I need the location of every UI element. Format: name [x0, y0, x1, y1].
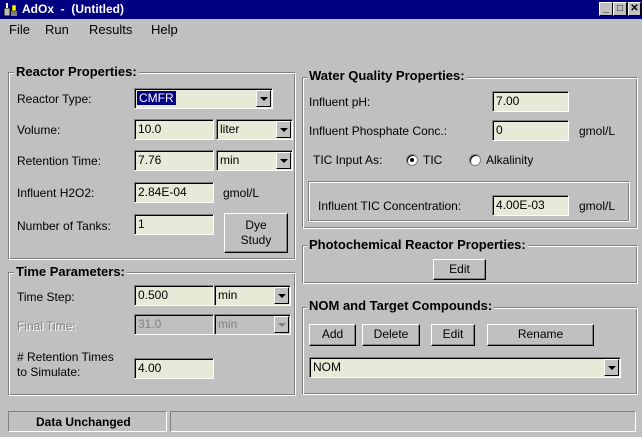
add-button-label: Add [321, 327, 344, 341]
time-parameters-title: Time Parameters: [14, 264, 127, 279]
menu-run[interactable]: Run [45, 22, 69, 37]
volume-label: Volume: [17, 123, 61, 137]
number-of-tanks-label: Number of Tanks: [17, 219, 111, 233]
app-icon [3, 3, 17, 17]
influent-ph-input[interactable]: 7.00 [492, 91, 569, 112]
influent-phosphate-input[interactable]: 0 [492, 120, 569, 141]
minimize-icon: _ [603, 3, 609, 14]
photochemical-edit-button[interactable]: Edit [433, 259, 486, 280]
number-of-tanks-input[interactable]: 1 [134, 214, 214, 235]
chevron-down-icon [274, 316, 289, 333]
reactor-type-label: Reactor Type: [17, 92, 92, 106]
retention-time-label: Retention Time: [17, 154, 102, 168]
rename-button-label: Rename [517, 327, 564, 341]
influent-ph-label: Influent pH: [309, 95, 371, 109]
status-message-panel: Data Unchanged [8, 411, 167, 432]
compound-select[interactable]: NOM [309, 357, 621, 378]
nom-edit-button[interactable]: Edit [431, 324, 475, 346]
maximize-button[interactable]: □ [613, 2, 627, 16]
close-button[interactable]: ✕ [628, 2, 641, 16]
tic-radio[interactable] [406, 154, 418, 166]
reactor-type-select[interactable]: CMFR [134, 88, 273, 109]
influent-h2o2-label: Influent H2O2: [17, 186, 95, 200]
photochemical-title: Photochemical Reactor Properties: [307, 237, 528, 252]
status-message: Data Unchanged [36, 415, 131, 429]
phosphate-unit-label: gmol/L [579, 124, 616, 138]
delete-button[interactable]: Delete [362, 324, 420, 346]
chevron-down-icon[interactable] [276, 152, 291, 169]
chevron-down-icon[interactable] [274, 287, 289, 304]
menu-file[interactable]: File [9, 22, 30, 37]
retention-times-input[interactable]: 4.00 [134, 358, 214, 379]
retention-time-input[interactable]: 7.76 [134, 150, 214, 171]
status-secondary-panel [170, 411, 636, 432]
final-time-unit-value: min [218, 317, 238, 331]
rename-button[interactable]: Rename [487, 324, 594, 346]
alkalinity-radio[interactable] [469, 154, 481, 166]
final-time-unit-select: min [214, 314, 291, 335]
final-time-input: 31.0 [134, 314, 214, 335]
retention-times-label-line1: # Retention Times [17, 350, 114, 364]
menu-results[interactable]: Results [89, 22, 132, 37]
chevron-down-icon[interactable] [604, 359, 619, 376]
dye-study-label: Dye Study [240, 218, 272, 247]
dye-study-button[interactable]: Dye Study [224, 213, 288, 253]
reactor-type-value: CMFR [137, 91, 176, 105]
alkalinity-radio-label[interactable]: Alkalinity [486, 153, 533, 167]
influent-h2o2-input[interactable]: 2.84E-04 [134, 182, 214, 203]
nom-target-title: NOM and Target Compounds: [307, 298, 495, 313]
maximize-icon: □ [616, 3, 624, 14]
final-time-label: Final Time: [17, 319, 76, 333]
window-title: AdOx - (Untitled) [22, 2, 124, 16]
reactor-properties-title: Reactor Properties: [14, 64, 139, 79]
tic-concentration-input[interactable]: 4.00E-03 [492, 195, 569, 216]
h2o2-unit-label: gmol/L [223, 186, 260, 200]
nom-target-group [302, 307, 638, 395]
minimize-button[interactable]: _ [599, 2, 613, 16]
close-icon: ✕ [630, 3, 639, 14]
time-step-unit-select[interactable]: min [214, 285, 291, 306]
menu-help[interactable]: Help [151, 22, 178, 37]
volume-input[interactable]: 10.0 [134, 119, 214, 140]
delete-button-label: Delete [373, 327, 409, 341]
add-button[interactable]: Add [309, 324, 356, 346]
chevron-down-icon[interactable] [256, 90, 271, 107]
tic-concentration-label: Influent TIC Concentration: [318, 199, 462, 213]
tic-concentration-unit-label: gmol/L [579, 199, 616, 213]
retention-unit-value: min [220, 153, 240, 167]
influent-phosphate-label: Influent Phosphate Conc.: [309, 124, 448, 138]
photochemical-edit-label: Edit [449, 262, 470, 276]
compound-select-value: NOM [313, 360, 341, 374]
water-quality-title: Water Quality Properties: [307, 68, 467, 83]
tic-input-label: TIC Input As: [313, 153, 383, 167]
time-step-label: Time Step: [17, 290, 75, 304]
menu-bar: File Run Results Help [0, 19, 642, 41]
tic-radio-label[interactable]: TIC [423, 153, 442, 167]
chevron-down-icon[interactable] [276, 121, 291, 138]
retention-times-label-line2: to Simulate: [17, 365, 81, 379]
title-bar[interactable]: AdOx - (Untitled) _ □ ✕ [0, 0, 642, 19]
volume-unit-select[interactable]: liter [216, 119, 293, 140]
time-step-unit-value: min [218, 288, 238, 302]
retention-unit-select[interactable]: min [216, 150, 293, 171]
nom-edit-button-label: Edit [442, 327, 464, 341]
volume-unit-value: liter [220, 122, 240, 136]
time-step-input[interactable]: 0.500 [134, 285, 214, 306]
